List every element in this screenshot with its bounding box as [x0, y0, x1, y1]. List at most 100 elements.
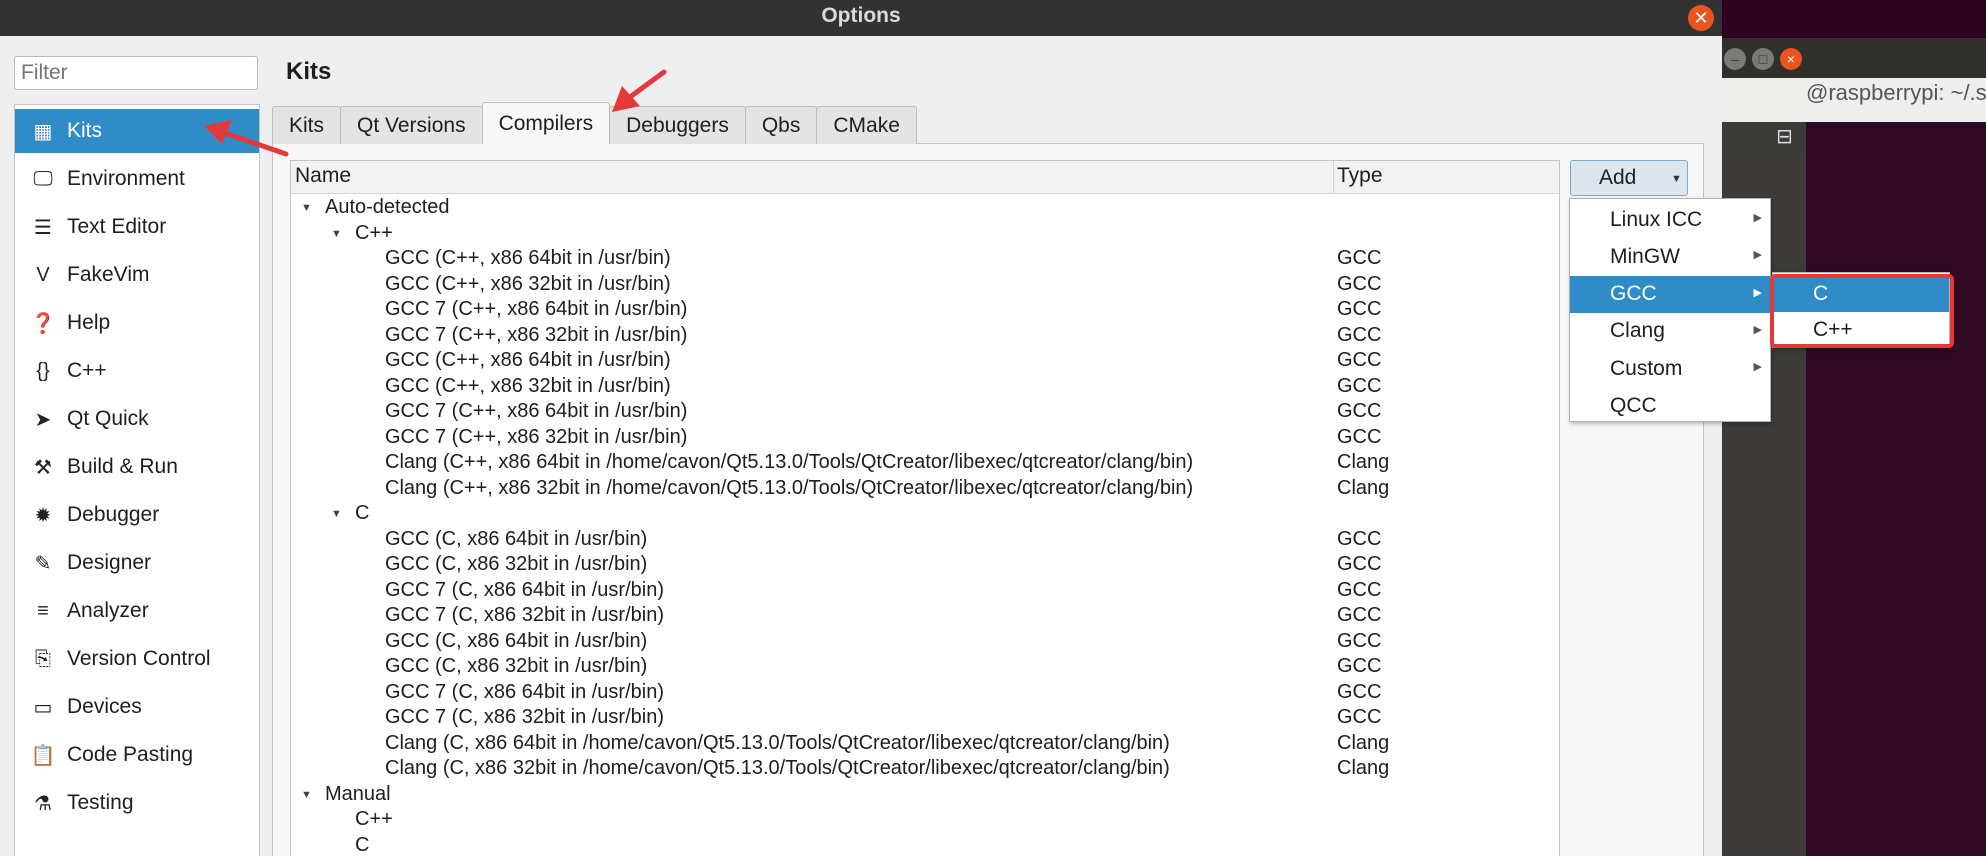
tree-row-group[interactable]: ▼ C++ — [291, 221, 1559, 247]
menu-item-qcc[interactable]: QCC — [1570, 388, 1770, 425]
tab-cmake[interactable]: CMake — [816, 106, 917, 144]
column-header-type[interactable]: Type — [1337, 164, 1383, 188]
submenu-arrow-icon: ▶ — [1753, 323, 1762, 336]
tree-row-name: C — [355, 502, 370, 524]
filter-input[interactable] — [14, 56, 258, 90]
tree-row-type: GCC — [1337, 629, 1382, 652]
maximize-icon[interactable]: □ — [1752, 48, 1774, 70]
sidebar-item-label: Designer — [67, 551, 152, 574]
tree-row-group[interactable]: C++ — [291, 807, 1559, 833]
expand-arrow-icon[interactable]: ▼ — [331, 221, 342, 247]
tree-row-name: GCC 7 (C, x86 64bit in /usr/bin) — [385, 578, 664, 601]
sidebar-item-help[interactable]: ❓ Help — [15, 301, 259, 345]
sidebar-item-testing[interactable]: ⚗ Testing — [15, 781, 259, 825]
sidebar-item-code-pasting[interactable]: 📋 Code Pasting — [15, 733, 259, 777]
sidebar-item-label: Kits — [67, 119, 103, 142]
sidebar-item-environment[interactable]: 🖵 Environment — [15, 157, 259, 201]
tab-qbs[interactable]: Qbs — [744, 106, 818, 144]
kits-icon: ▦ — [33, 120, 53, 143]
tree-row-compiler[interactable]: Clang (C++, x86 64bit in /home/cavon/Qt5… — [291, 450, 1559, 476]
tree-row-group[interactable]: ▼ Manual — [291, 782, 1559, 808]
tab-compilers[interactable]: Compilers — [481, 102, 611, 144]
expand-arrow-icon[interactable]: ▼ — [301, 195, 312, 221]
tree-row-name: GCC 7 (C, x86 64bit in /usr/bin) — [385, 680, 664, 703]
tree-row-name: GCC (C, x86 32bit in /usr/bin) — [385, 553, 648, 575]
tree-row-compiler[interactable]: GCC 7 (C++, x86 64bit in /usr/bin) GCC — [291, 297, 1559, 323]
tree-row-compiler[interactable]: GCC 7 (C, x86 32bit in /usr/bin) GCC — [291, 603, 1559, 629]
split-view-icon[interactable]: ⊟ — [1776, 124, 1793, 149]
menu-item-label: Clang — [1610, 319, 1665, 343]
add-button[interactable]: Add ▼ — [1570, 160, 1688, 196]
tree-row-compiler[interactable]: Clang (C, x86 32bit in /home/cavon/Qt5.1… — [291, 756, 1559, 782]
sidebar-item-build-run[interactable]: ⚒ Build & Run — [15, 445, 259, 489]
tab-debuggers[interactable]: Debuggers — [609, 106, 746, 144]
tree-row-compiler[interactable]: GCC (C, x86 32bit in /usr/bin) GCC — [291, 654, 1559, 680]
tree-row-compiler[interactable]: GCC 7 (C++, x86 32bit in /usr/bin) GCC — [291, 425, 1559, 451]
tree-row-compiler[interactable]: GCC (C++, x86 32bit in /usr/bin) GCC — [291, 374, 1559, 400]
terminal-body[interactable] — [1806, 122, 1986, 856]
menu-item-label: MinGW — [1610, 244, 1680, 268]
tree-row-compiler[interactable]: GCC 7 (C++, x86 64bit in /usr/bin) GCC — [291, 399, 1559, 425]
terminal-window-buttons: – □ × — [1724, 48, 1802, 70]
sidebar-item-analyzer[interactable]: ≡ Analyzer — [15, 589, 259, 633]
tree-row-name: C — [355, 833, 370, 856]
sidebar-item-designer[interactable]: ✎ Designer — [15, 541, 259, 585]
close-icon[interactable]: ✕ — [1688, 5, 1714, 31]
tree-row-type: GCC — [1337, 706, 1382, 728]
tree-row-type: GCC — [1337, 298, 1382, 320]
tree-row-compiler[interactable]: GCC (C, x86 64bit in /usr/bin) GCC — [291, 527, 1559, 553]
column-separator — [1333, 161, 1334, 193]
tree-row-compiler[interactable]: GCC (C++, x86 64bit in /usr/bin) GCC — [291, 246, 1559, 272]
minimize-icon[interactable]: – — [1724, 48, 1746, 70]
tree-row-name: GCC 7 (C++, x86 64bit in /usr/bin) — [385, 298, 688, 320]
tree-row-name: GCC 7 (C++, x86 32bit in /usr/bin) — [385, 323, 688, 346]
tree-row-compiler[interactable]: GCC 7 (C, x86 32bit in /usr/bin) GCC — [291, 705, 1559, 731]
tree-row-compiler[interactable]: GCC (C, x86 64bit in /usr/bin) GCC — [291, 629, 1559, 655]
sidebar-item-c[interactable]: {} C++ — [15, 349, 259, 393]
menu-item-gcc[interactable]: GCC ▶ — [1570, 275, 1770, 313]
tree-row-type: Clang — [1337, 476, 1390, 499]
flask-icon: ⚗ — [34, 792, 52, 815]
hammer-icon: ⚒ — [34, 456, 52, 479]
tree-row-name: Manual — [325, 782, 391, 805]
sidebar-item-version-control[interactable]: ⎘ Version Control — [15, 637, 259, 681]
menu-item-clang[interactable]: Clang ▶ — [1570, 313, 1770, 350]
bug-icon: ✹ — [34, 504, 52, 527]
submenu-arrow-icon: ▶ — [1753, 361, 1762, 374]
tree-row-group[interactable]: ▼ C — [291, 501, 1559, 527]
tab-qt-versions[interactable]: Qt Versions — [340, 106, 483, 144]
menu-item-mingw[interactable]: MinGW ▶ — [1570, 238, 1770, 275]
sidebar-item-label: Code Pasting — [67, 743, 194, 766]
tab-kits[interactable]: Kits — [272, 106, 342, 144]
tree-row-type: GCC — [1337, 374, 1382, 397]
expand-arrow-icon[interactable]: ▼ — [301, 782, 312, 808]
menu-item-custom[interactable]: Custom ▶ — [1570, 350, 1770, 387]
sidebar-item-label: Text Editor — [67, 215, 167, 238]
column-header-name[interactable]: Name — [295, 164, 351, 188]
tree-row-compiler[interactable]: GCC 7 (C++, x86 32bit in /usr/bin) GCC — [291, 323, 1559, 349]
expand-arrow-icon[interactable]: ▼ — [331, 501, 342, 527]
tree-row-compiler[interactable]: Clang (C++, x86 32bit in /home/cavon/Qt5… — [291, 476, 1559, 502]
sidebar-item-label: C++ — [67, 359, 107, 382]
tree-row-group[interactable]: ▼ Auto-detected — [291, 195, 1559, 221]
tree-row-compiler[interactable]: GCC 7 (C, x86 64bit in /usr/bin) GCC — [291, 578, 1559, 604]
tree-row-compiler[interactable]: GCC (C++, x86 64bit in /usr/bin) GCC — [291, 348, 1559, 374]
sidebar-item-text-editor[interactable]: ☰ Text Editor — [15, 205, 259, 249]
close-icon[interactable]: × — [1780, 48, 1802, 70]
sidebar-item-qt-quick[interactable]: ➤ Qt Quick — [15, 397, 259, 441]
tree-row-compiler[interactable]: Clang (C, x86 64bit in /home/cavon/Qt5.1… — [291, 731, 1559, 757]
sidebar-item-label: Devices — [67, 695, 142, 718]
pencil-icon: ✎ — [34, 552, 52, 575]
sidebar-item-devices[interactable]: ▭ Devices — [15, 685, 259, 729]
menu-item-linux-icc[interactable]: Linux ICC ▶ — [1570, 201, 1770, 238]
clipboard-icon: 📋 — [30, 744, 56, 767]
sidebar-item-kits[interactable]: ▦ Kits — [15, 109, 259, 153]
sidebar-item-fakevim[interactable]: V FakeVim — [15, 253, 259, 297]
tree-row-compiler[interactable]: GCC (C++, x86 32bit in /usr/bin) GCC — [291, 272, 1559, 298]
compilers-tree[interactable]: Name Type ▼ Auto-detected ▼ C++ GCC (C++, x8… — [290, 160, 1560, 856]
sidebar-item-debugger[interactable]: ✹ Debugger — [15, 493, 259, 537]
tree-row-compiler[interactable]: GCC 7 (C, x86 64bit in /usr/bin) GCC — [291, 680, 1559, 706]
tree-row-compiler[interactable]: GCC (C, x86 32bit in /usr/bin) GCC — [291, 552, 1559, 578]
sidebar-item-label: Testing — [67, 791, 134, 814]
tree-row-group[interactable]: C — [291, 833, 1559, 856]
